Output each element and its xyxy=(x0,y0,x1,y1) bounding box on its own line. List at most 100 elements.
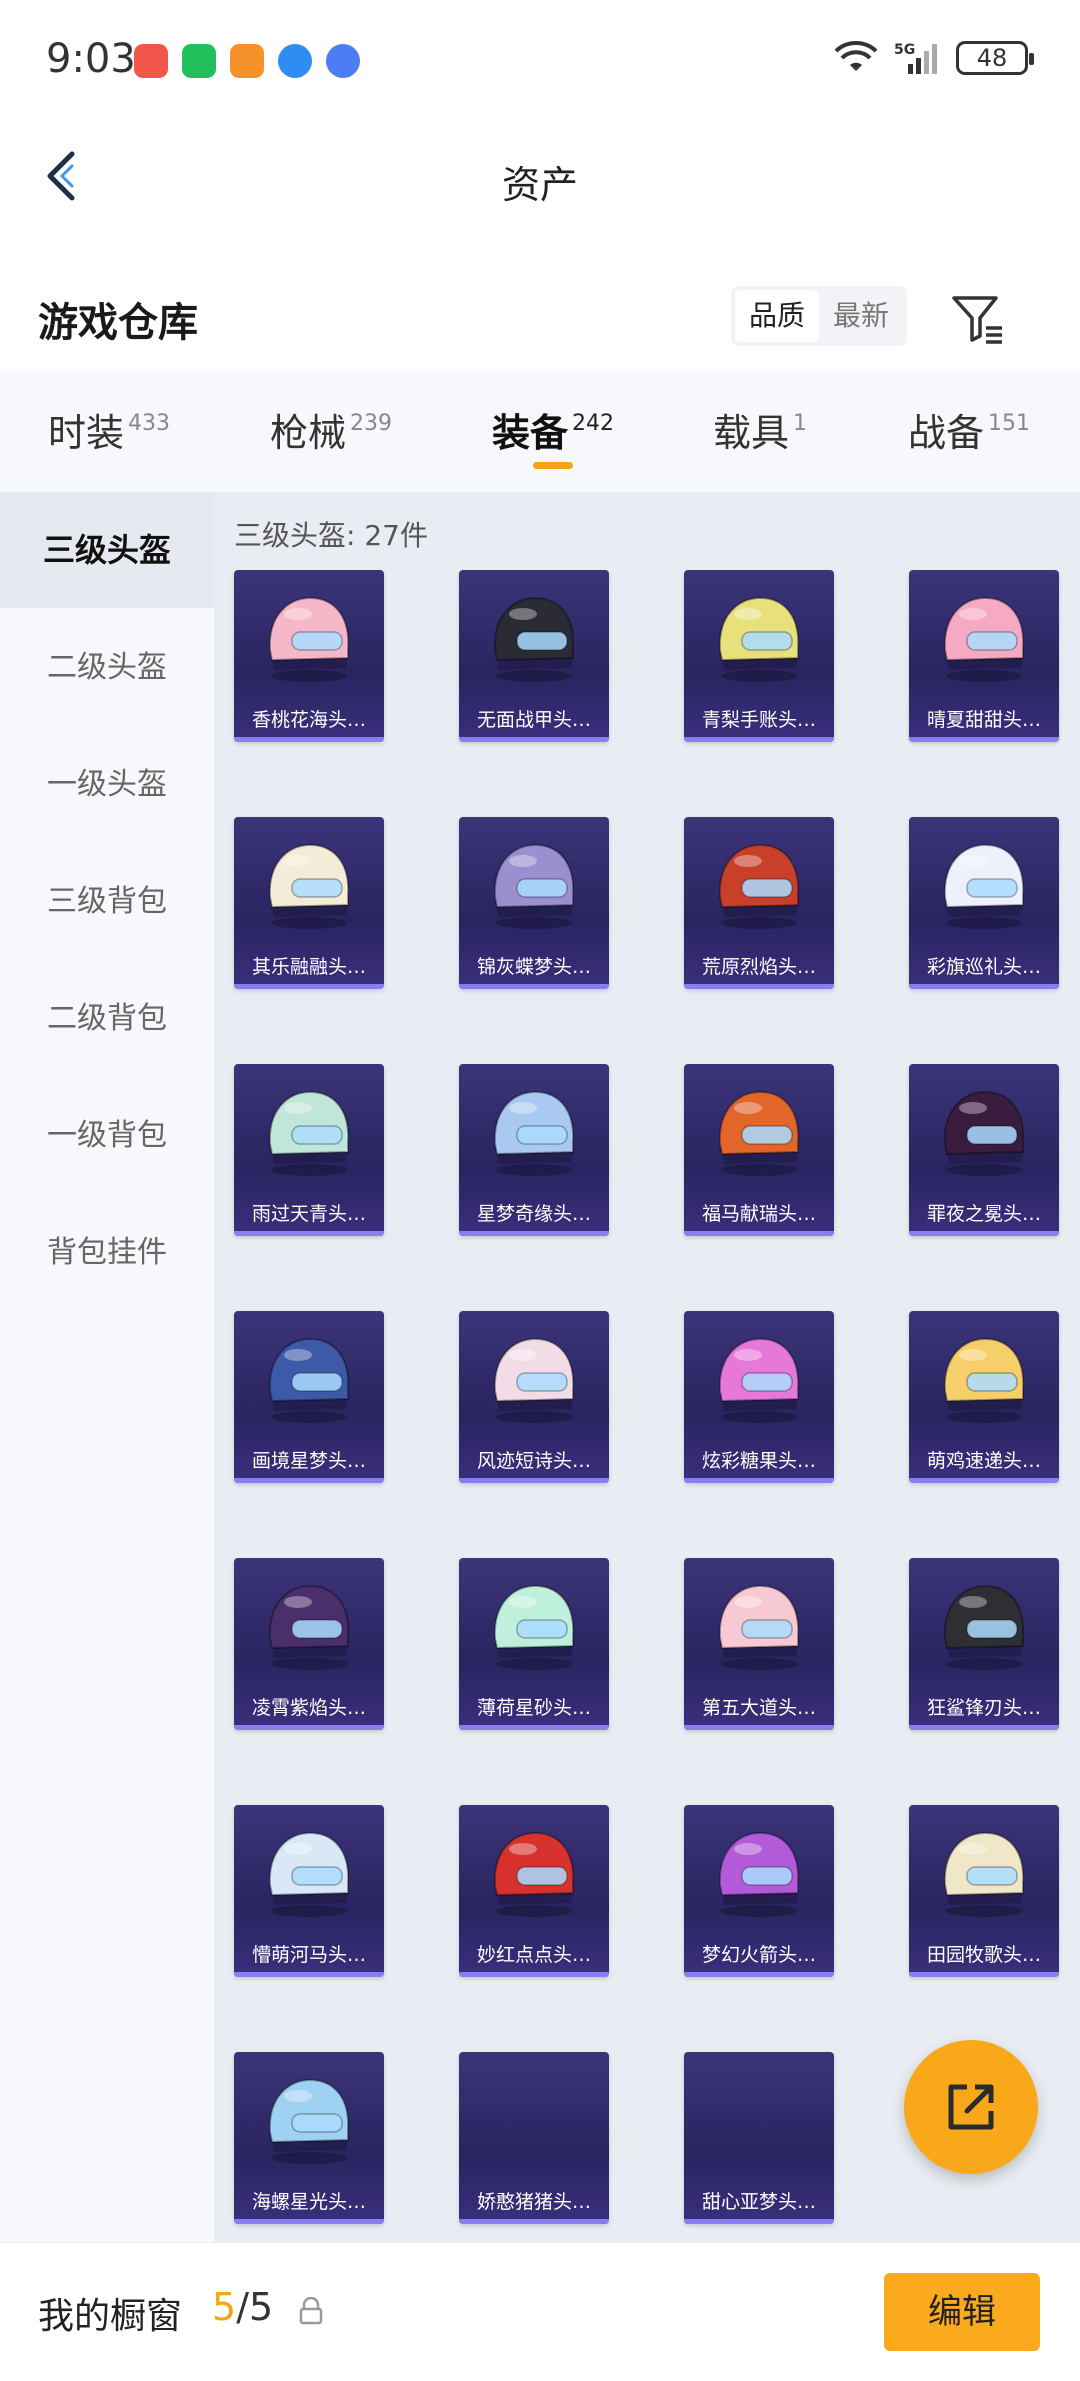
showcase-label: 我的橱窗 xyxy=(38,2296,183,2337)
helmet-icon xyxy=(718,843,800,929)
item-card[interactable]: 懵萌河马头… xyxy=(234,1805,384,1977)
helmet-icon xyxy=(718,1584,800,1670)
tab-fashion[interactable]: 时装 433 xyxy=(48,402,170,457)
helmet-icon xyxy=(718,1090,800,1176)
sidebar-item-level2-helmet[interactable]: 二级头盔 xyxy=(0,610,214,726)
item-card-name: 青梨手账头… xyxy=(701,709,816,731)
item-card-name: 星梦奇缘头… xyxy=(476,1203,591,1225)
item-card-name: 娇憨猪猪头… xyxy=(476,2191,591,2213)
helmet-icon xyxy=(493,596,575,682)
share-fab-button[interactable] xyxy=(904,2040,1038,2174)
helmet-icon xyxy=(943,596,1025,682)
item-count-label: 三级头盔: 27件 xyxy=(234,519,428,552)
item-card[interactable]: 彩旗巡礼头… xyxy=(909,817,1059,989)
item-card-name: 锦灰蝶梦头… xyxy=(476,956,591,978)
sort-toggle: 品质 最新 xyxy=(731,286,907,346)
item-card[interactable]: 无面战甲头… xyxy=(459,570,609,742)
showcase-bar: 我的橱窗 5/5 编辑 xyxy=(0,2242,1080,2381)
wifi-icon xyxy=(834,41,878,71)
item-card[interactable]: 海螺星光头… xyxy=(234,2052,384,2224)
share-icon xyxy=(948,2084,994,2130)
item-card-name: 梦幻火箭头… xyxy=(701,1944,816,1966)
sidebar-item-backpack-charm[interactable]: 背包挂件 xyxy=(0,1195,214,1311)
filter-icon xyxy=(952,296,1002,344)
sidebar-item-level3-backpack[interactable]: 三级背包 xyxy=(0,844,214,960)
item-card-name: 炫彩糖果头… xyxy=(701,1450,816,1472)
item-card[interactable]: 萌鸡速递头… xyxy=(909,1311,1059,1483)
sort-quality-button[interactable]: 品质 xyxy=(735,290,819,342)
item-card[interactable]: 香桃花海头… xyxy=(234,570,384,742)
helmet-icon xyxy=(268,1090,350,1176)
item-card[interactable]: 风迹短诗头… xyxy=(459,1311,609,1483)
helmet-icon xyxy=(493,1831,575,1917)
helmet-icon xyxy=(718,1337,800,1423)
item-card[interactable]: 凌霄紫焰头… xyxy=(234,1558,384,1730)
item-card[interactable]: 星梦奇缘头… xyxy=(459,1064,609,1236)
item-card[interactable]: 田园牧歌头… xyxy=(909,1805,1059,1977)
browser-icon xyxy=(278,44,312,78)
sidebar-item-level1-backpack[interactable]: 一级背包 xyxy=(0,1078,214,1194)
helmet-icon xyxy=(268,2078,350,2164)
helmet-icon xyxy=(493,843,575,929)
item-card[interactable]: 炫彩糖果头… xyxy=(684,1311,834,1483)
warehouse-title: 游戏仓库 xyxy=(38,300,198,346)
item-card[interactable]: 雨过天青头… xyxy=(234,1064,384,1236)
status-time: 9:03 xyxy=(46,36,136,82)
helmet-icon xyxy=(943,1090,1025,1176)
active-tab-indicator xyxy=(533,462,573,469)
helmet-icon xyxy=(268,843,350,929)
tab-label: 载具 xyxy=(713,411,790,455)
item-card-name: 海螺星光头… xyxy=(251,2191,366,2213)
item-card[interactable]: 福马献瑞头… xyxy=(684,1064,834,1236)
edit-button[interactable]: 编辑 xyxy=(884,2273,1040,2351)
item-card[interactable]: 罪夜之冕头… xyxy=(909,1064,1059,1236)
helmet-icon xyxy=(718,1831,800,1917)
helmet-icon xyxy=(268,1584,350,1670)
item-card-name: 雨过天青头… xyxy=(251,1203,366,1225)
item-card[interactable]: 锦灰蝶梦头… xyxy=(459,817,609,989)
item-card[interactable]: 薄荷星砂头… xyxy=(459,1558,609,1730)
helmet-icon xyxy=(943,843,1025,929)
tab-supplies[interactable]: 战备 151 xyxy=(908,402,1030,457)
tab-vehicles[interactable]: 载具 1 xyxy=(713,402,807,457)
item-card[interactable]: 其乐融融头… xyxy=(234,817,384,989)
item-card-name: 薄荷星砂头… xyxy=(476,1697,591,1719)
tab-label: 时装 xyxy=(48,411,125,455)
sort-newest-button[interactable]: 最新 xyxy=(819,290,903,342)
sidebar-item-level1-helmet[interactable]: 一级头盔 xyxy=(0,727,214,843)
helmet-icon xyxy=(718,596,800,682)
item-card[interactable]: 晴夏甜甜头… xyxy=(909,570,1059,742)
item-card[interactable]: 第五大道头… xyxy=(684,1558,834,1730)
showcase-count: 5/5 xyxy=(212,2285,273,2329)
item-card[interactable]: 甜心亚梦头… xyxy=(684,2052,834,2224)
item-card[interactable]: 娇憨猪猪头… xyxy=(459,2052,609,2224)
tab-equipment[interactable]: 装备 242 xyxy=(492,402,614,457)
item-card[interactable]: 狂鲨锋刃头… xyxy=(909,1558,1059,1730)
item-card[interactable]: 妙红点点头… xyxy=(459,1805,609,1977)
item-card[interactable]: 梦幻火箭头… xyxy=(684,1805,834,1977)
item-card[interactable]: 画境星梦头… xyxy=(234,1311,384,1483)
status-app-icons xyxy=(134,44,360,78)
filter-button[interactable] xyxy=(948,288,1008,348)
sidebar-item-level3-helmet[interactable]: 三级头盔 xyxy=(0,492,214,608)
helmet-icon xyxy=(268,1337,350,1423)
battery-indicator: 48 xyxy=(956,41,1034,75)
item-card-name: 无面战甲头… xyxy=(476,709,591,731)
item-grid-panel: 三级头盔: 27件 香桃花海头… 无面战甲头… 青梨手账头… 晴夏甜甜头… 其乐融融头…… xyxy=(214,492,1080,2242)
tab-label: 装备 xyxy=(492,411,569,455)
item-card-name: 彩旗巡礼头… xyxy=(926,956,1041,978)
music-icon xyxy=(326,44,360,78)
helmet-icon xyxy=(493,1584,575,1670)
helmet-icon xyxy=(493,1337,575,1423)
status-indicators: 5G 48 xyxy=(834,40,1034,76)
item-card[interactable]: 荒原烈焰头… xyxy=(684,817,834,989)
nav-header: 资产 xyxy=(0,124,1080,228)
page-title: 资产 xyxy=(501,163,578,207)
sidebar-item-level2-backpack[interactable]: 二级背包 xyxy=(0,961,214,1077)
item-card-name: 荒原烈焰头… xyxy=(701,956,816,978)
item-card-name: 狂鲨锋刃头… xyxy=(926,1697,1041,1719)
helmet-icon xyxy=(943,1584,1025,1670)
game-app-icon xyxy=(230,44,264,78)
item-card[interactable]: 青梨手账头… xyxy=(684,570,834,742)
tab-firearms[interactable]: 枪械 239 xyxy=(270,402,392,457)
